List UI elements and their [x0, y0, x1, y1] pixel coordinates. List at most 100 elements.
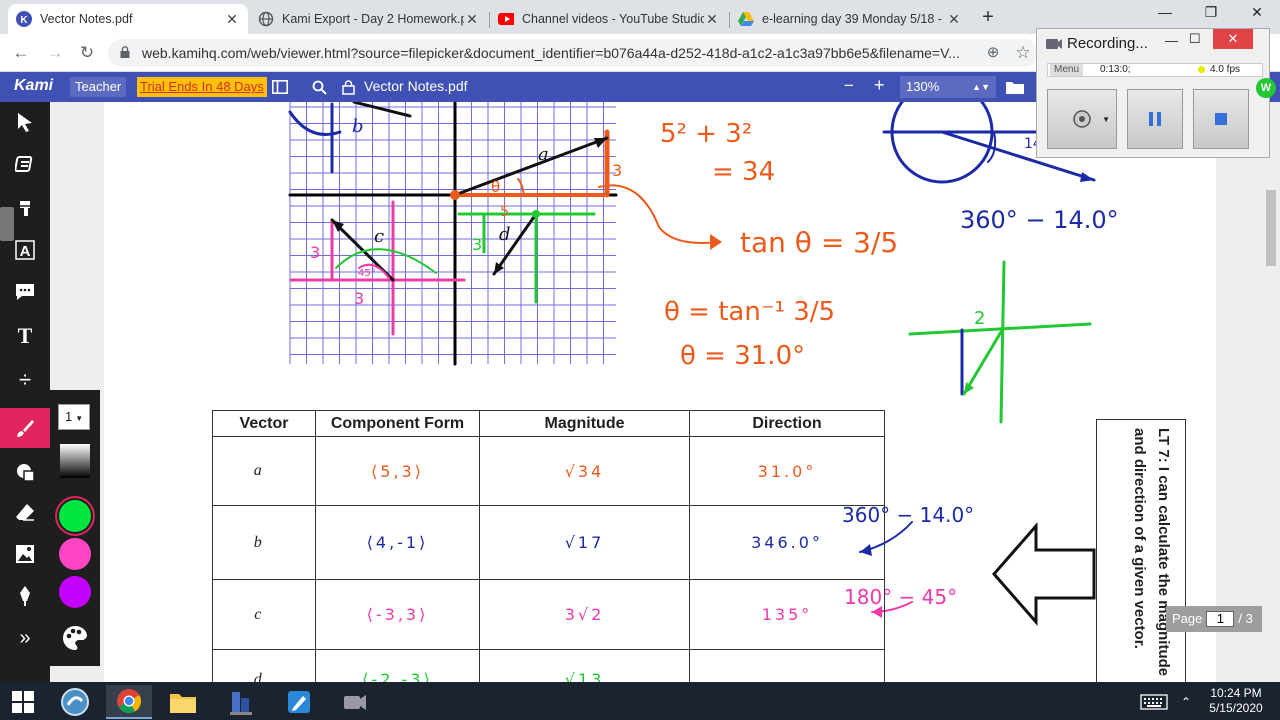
tab-vector-notes[interactable]: K Vector Notes.pdf ✕ — [8, 4, 248, 34]
vector-name: a⃗ — [212, 436, 316, 506]
sidebar-toggle-icon[interactable] — [272, 80, 288, 94]
note-inverse-tan: θ = tan⁻¹ 3/5 — [664, 297, 835, 327]
svg-text:K: K — [20, 15, 28, 26]
graph-label-45: 45° — [358, 268, 376, 279]
text-tool-icon[interactable]: T — [0, 316, 50, 356]
pdf-page: b a 3 θ d 5 3 c 3 3 45° 5² + 3² = 34 tan… — [104, 102, 1216, 682]
signature-pen-icon[interactable] — [0, 576, 50, 616]
drawing-brush-icon[interactable] — [0, 408, 50, 448]
minimize-button[interactable]: — — [1142, 0, 1188, 26]
search-icon[interactable] — [312, 80, 327, 95]
drawing-options-panel: 1 ▼ — [50, 390, 100, 666]
select-arrow-icon[interactable] — [0, 102, 50, 142]
strikethrough-icon[interactable] — [0, 188, 50, 228]
page-number-input[interactable]: 1 — [1206, 611, 1235, 627]
close-icon[interactable]: ✕ — [704, 11, 720, 28]
kami-logo: Kami — [14, 77, 54, 94]
expand-more-icon[interactable]: » — [0, 618, 50, 658]
windows-start-icon[interactable] — [0, 685, 46, 719]
highlight-icon[interactable] — [0, 144, 50, 184]
svg-text:A: A — [20, 243, 31, 260]
note-pythagoras: 5² + 3² — [660, 119, 752, 149]
webcam-button[interactable]: ▼ — [1047, 89, 1117, 149]
color-swatch[interactable] — [59, 538, 91, 570]
tab-google-drive[interactable]: e-learning day 39 Monday 5/18 - ✕ — [730, 4, 970, 34]
lock-icon — [120, 46, 130, 58]
keyboard-icon[interactable] — [1136, 685, 1172, 719]
magnitude: 3√2 — [479, 579, 690, 650]
zoom-select[interactable]: 130% ▲▼ — [900, 76, 996, 98]
equation-icon[interactable]: ÷ — [0, 360, 50, 400]
zoom-out-button[interactable]: − — [844, 76, 854, 96]
chrome-icon[interactable] — [106, 685, 152, 719]
reload-icon[interactable]: ↻ — [76, 42, 98, 64]
tab-youtube-studio[interactable]: Channel videos - YouTube Studio ✕ — [490, 4, 728, 34]
recorder-menu-button[interactable]: Menu — [1050, 64, 1084, 76]
comment-icon[interactable] — [0, 272, 50, 312]
restore-button[interactable]: ☐ — [1189, 31, 1201, 47]
svg-text:θ: θ — [491, 178, 500, 196]
pause-button[interactable] — [1127, 89, 1183, 149]
stroke-size-select[interactable]: 1 ▼ — [58, 404, 90, 430]
trial-link[interactable]: Trial Ends In 48 Days — [137, 77, 267, 97]
kami-icon: K — [16, 11, 32, 27]
zoom-in-button[interactable]: + — [874, 75, 885, 96]
recorder-app-icon — [1046, 39, 1062, 49]
eraser-icon[interactable] — [0, 492, 50, 532]
vector-name: b⃗ — [212, 505, 316, 580]
folder-icon[interactable] — [1006, 80, 1024, 94]
tab-title: Kami Export - Day 2 Homework.p — [282, 12, 464, 26]
scrollbar-thumb[interactable] — [1266, 190, 1276, 266]
tab-title: Vector Notes.pdf — [40, 12, 133, 26]
table-row: d⃗ ⟨-2,-3⟩ √13 — [212, 649, 885, 682]
status-light-icon — [1198, 66, 1205, 73]
shapes-icon[interactable] — [0, 452, 50, 492]
close-window-button[interactable]: ✕ — [1234, 0, 1280, 26]
direction: 135° — [689, 579, 885, 650]
page-total: / 3 — [1238, 611, 1253, 626]
close-icon[interactable]: ✕ — [946, 11, 962, 28]
forward-arrow-icon[interactable]: → — [44, 42, 66, 64]
graph-label-3: 3 — [472, 235, 482, 254]
recorder-app-icon[interactable] — [332, 685, 378, 719]
color-swatch[interactable] — [59, 576, 91, 608]
recorder-fps: 4.0 fps — [1210, 64, 1241, 75]
youtube-icon — [498, 11, 514, 27]
chevron-updown-icon: ▲▼ — [972, 82, 990, 92]
new-tab-button[interactable]: + — [978, 6, 998, 29]
color-swatch[interactable] — [59, 500, 91, 532]
text-box-icon[interactable]: A — [0, 230, 50, 270]
back-arrow-icon[interactable]: ← — [10, 42, 32, 64]
vector-table: Vector Component Form Magnitude Directio… — [212, 410, 885, 682]
app-circle-icon[interactable] — [52, 685, 98, 719]
recorder-time: 0:13:0; — [1100, 64, 1131, 75]
close-icon[interactable]: ✕ — [224, 11, 240, 28]
chevron-up-icon[interactable]: ⌃ — [1176, 685, 1196, 719]
coordinate-grid — [289, 102, 616, 364]
star-icon[interactable]: ☆ — [1012, 42, 1034, 64]
direction — [689, 649, 885, 682]
graph-label-c: c — [374, 226, 384, 247]
notes-app-icon[interactable] — [276, 685, 322, 719]
add-icon[interactable]: ⊕ — [982, 42, 1004, 64]
note-pythagoras-result: = 34 — [712, 157, 775, 187]
minimize-button[interactable]: — — [1165, 33, 1178, 48]
system-clock[interactable]: 10:24 PM 5/15/2020 — [1198, 686, 1274, 716]
table-row: b⃗ ⟨4,-1⟩ √17 346.0° — [212, 505, 885, 580]
close-button[interactable]: ✕ — [1213, 29, 1253, 49]
restore-button[interactable]: ❐ — [1188, 0, 1234, 26]
building-app-icon[interactable] — [218, 685, 264, 719]
tab-kami-export[interactable]: Kami Export - Day 2 Homework.p ✕ — [250, 4, 488, 34]
drive-icon — [738, 11, 754, 27]
stop-button[interactable] — [1193, 89, 1249, 149]
avatar[interactable]: W — [1256, 78, 1276, 98]
column-header: Vector — [212, 410, 316, 437]
component-form: ⟨-2,-3⟩ — [315, 649, 480, 682]
file-explorer-icon[interactable] — [160, 685, 206, 719]
close-icon[interactable]: ✕ — [464, 11, 480, 28]
omnibox[interactable]: web.kamihq.com/web/viewer.html?source=fi… — [108, 39, 1038, 67]
note-tan: tan θ = 3/5 — [740, 226, 898, 259]
opacity-slider[interactable] — [60, 444, 90, 478]
image-icon[interactable] — [0, 534, 50, 574]
palette-icon[interactable] — [61, 624, 89, 652]
